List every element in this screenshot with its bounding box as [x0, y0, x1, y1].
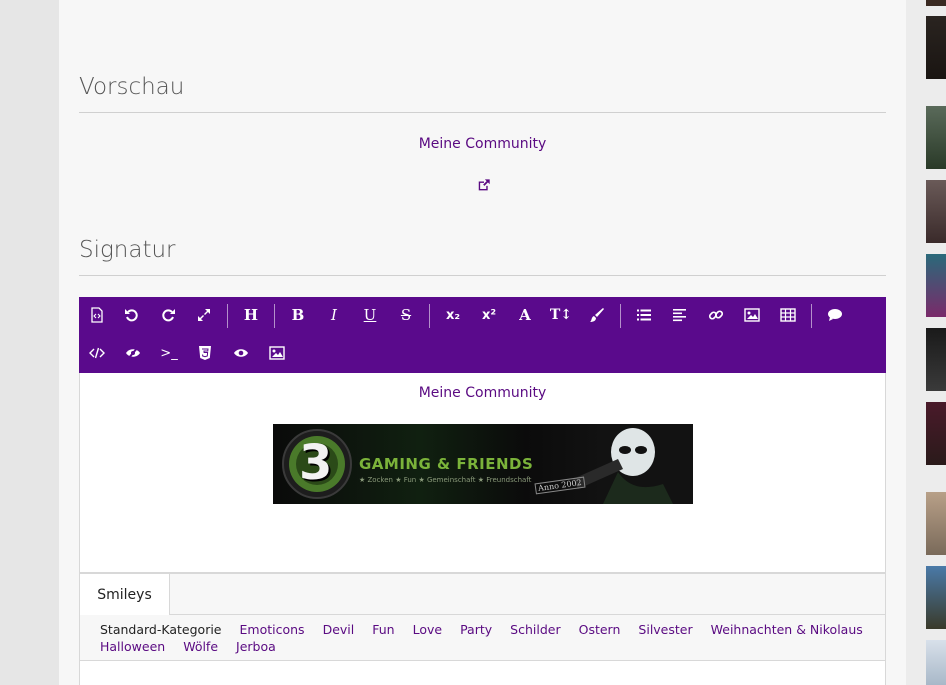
- font-family-icon[interactable]: A: [512, 302, 538, 328]
- editor-toolbar: H B I U S x₂ x² A T↕ >_: [79, 297, 886, 373]
- media-icon[interactable]: [264, 340, 290, 366]
- link-icon[interactable]: [703, 302, 729, 328]
- toolbar-separator: [620, 304, 621, 328]
- smiley-category[interactable]: Party: [460, 622, 492, 637]
- smiley-category[interactable]: Schilder: [510, 622, 560, 637]
- smiley-category[interactable]: Weihnachten & Nikolaus: [711, 622, 863, 637]
- smiley-category[interactable]: Halloween: [100, 639, 165, 654]
- signature-title: Signatur: [79, 237, 176, 263]
- smiley-category[interactable]: Jerboa: [236, 639, 276, 654]
- content-panel: Vorschau Meine Community Signatur H B I …: [59, 0, 906, 685]
- italic-icon[interactable]: I: [321, 302, 347, 328]
- left-gutter: [0, 0, 59, 685]
- spoiler-icon[interactable]: [120, 340, 146, 366]
- toolbar-separator: [227, 304, 228, 328]
- code-icon[interactable]: [84, 340, 110, 366]
- smiley-category[interactable]: Fun: [372, 622, 394, 637]
- smiley-category-active[interactable]: Standard-Kategorie: [100, 622, 222, 637]
- external-link-icon[interactable]: [477, 178, 491, 192]
- preview-community-link[interactable]: Meine Community: [419, 136, 547, 152]
- editor-community-link-wrap: Meine Community: [80, 384, 885, 402]
- thumbnail[interactable]: [926, 180, 946, 243]
- quote-icon[interactable]: [822, 302, 848, 328]
- smiley-category[interactable]: Silvester: [638, 622, 692, 637]
- thumbnail[interactable]: [926, 16, 946, 79]
- subscript-icon[interactable]: x₂: [440, 302, 466, 328]
- preview-title: Vorschau: [79, 74, 185, 100]
- align-icon[interactable]: [667, 302, 693, 328]
- smiley-category[interactable]: Wölfe: [183, 639, 218, 654]
- banner-number: 3: [299, 435, 333, 491]
- banner-tagline: ★ Zocken ★ Fun ★ Gemeinschaft ★ Freundsc…: [359, 476, 532, 484]
- toolbar-separator: [811, 304, 812, 328]
- thumbnail[interactable]: [926, 0, 946, 6]
- thumbnail[interactable]: [926, 566, 946, 629]
- editor-community-link[interactable]: Meine Community: [419, 385, 547, 401]
- smileys-list: [80, 661, 885, 685]
- preview-community-link-wrap: Meine Community: [59, 135, 906, 153]
- signature-banner-image: 3 GAMING & FRIENDS ★ Zocken ★ Fun ★ Geme…: [273, 424, 693, 504]
- undo-icon[interactable]: [119, 302, 145, 328]
- signature-editor[interactable]: Meine Community 3 GAMING & FRIENDS ★ Zoc…: [79, 373, 886, 573]
- font-size-icon[interactable]: T↕: [548, 302, 574, 328]
- table-icon[interactable]: [775, 302, 801, 328]
- smiley-category[interactable]: Emoticons: [240, 622, 305, 637]
- thumbnail[interactable]: [926, 492, 946, 555]
- smiley-category[interactable]: Love: [413, 622, 442, 637]
- smiley-category[interactable]: Devil: [323, 622, 355, 637]
- tab-smileys[interactable]: Smileys: [80, 574, 170, 615]
- strikethrough-icon[interactable]: S: [393, 302, 419, 328]
- smileys-panel: Smileys Standard-Kategorie Emoticons Devil…: [79, 573, 886, 685]
- heading-icon[interactable]: H: [238, 302, 264, 328]
- smiley-categories-row1: Standard-Kategorie Emoticons Devil Fun Love P…: [100, 622, 881, 637]
- smiley-categories-row2: Halloween Wölfe Jerboa: [100, 639, 294, 654]
- bold-icon[interactable]: B: [285, 302, 311, 328]
- smileys-tab-divider: [170, 614, 886, 615]
- fullscreen-icon[interactable]: [191, 302, 217, 328]
- preview-divider: [79, 112, 886, 113]
- text-color-icon[interactable]: [584, 302, 610, 328]
- toolbar-separator: [429, 304, 430, 328]
- redo-icon[interactable]: [155, 302, 181, 328]
- thumbnail[interactable]: [926, 106, 946, 169]
- toolbar-separator: [274, 304, 275, 328]
- superscript-icon[interactable]: x²: [476, 302, 502, 328]
- image-icon[interactable]: [739, 302, 765, 328]
- preview-icon[interactable]: [228, 340, 254, 366]
- thumbnail[interactable]: [926, 254, 946, 317]
- smiley-category[interactable]: Ostern: [579, 622, 621, 637]
- underline-icon[interactable]: U: [357, 302, 383, 328]
- inline-code-icon[interactable]: >_: [156, 340, 182, 366]
- banner-headline: GAMING & FRIENDS: [359, 455, 534, 473]
- source-icon[interactable]: [84, 302, 110, 328]
- html-icon[interactable]: [192, 340, 218, 366]
- list-icon[interactable]: [631, 302, 657, 328]
- signature-divider: [79, 275, 886, 276]
- thumbnail[interactable]: [926, 402, 946, 465]
- thumbnail[interactable]: [926, 328, 946, 391]
- thumbnail[interactable]: [926, 640, 946, 685]
